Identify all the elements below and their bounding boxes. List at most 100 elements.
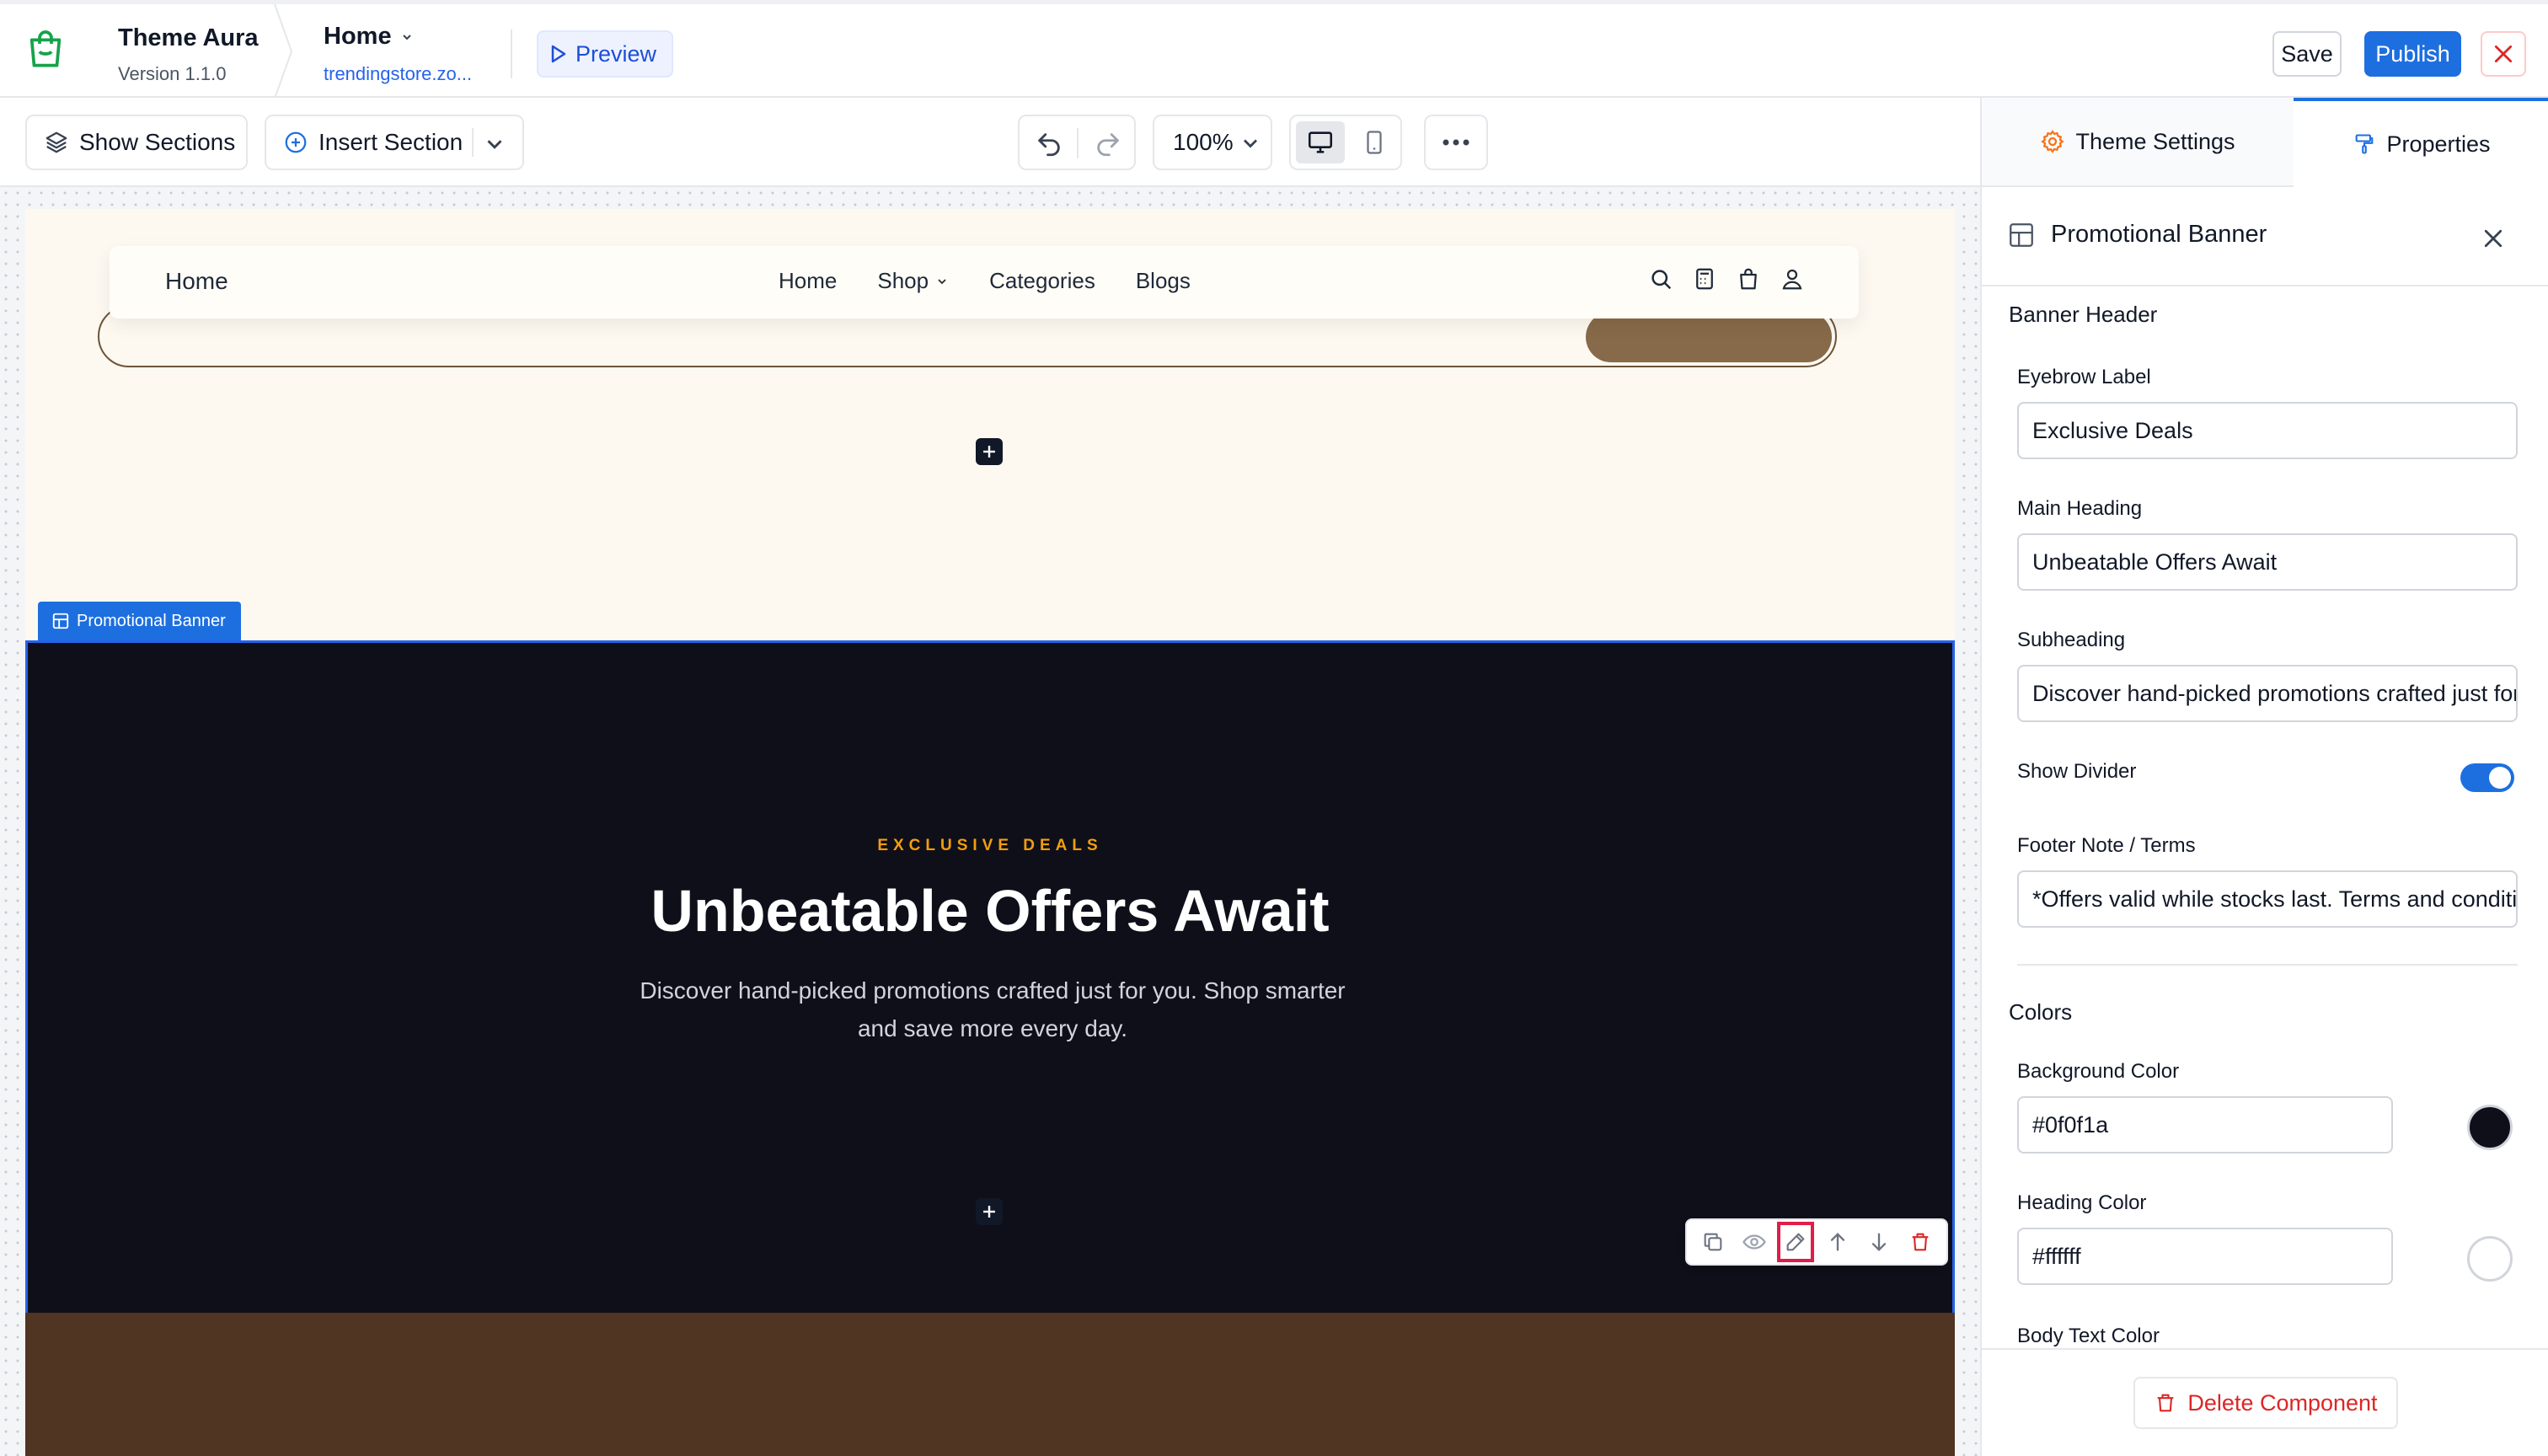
footer-note-input[interactable]: *Offers valid while stocks last. Terms a… — [2017, 870, 2518, 928]
history-controls — [1018, 115, 1136, 170]
chevron-down-icon[interactable] — [482, 131, 507, 157]
device-toggle — [1289, 115, 1402, 170]
desktop-view-button[interactable] — [1296, 121, 1345, 163]
component-title: Promotional Banner — [2051, 221, 2267, 248]
user-icon[interactable] — [1780, 266, 1805, 292]
panel-footer: Delete Component — [1982, 1348, 2548, 1456]
delete-component-label: Delete Component — [2187, 1389, 2378, 1416]
calculator-icon[interactable] — [1692, 266, 1717, 292]
page-url-link[interactable]: trendingstore.zo... — [324, 63, 472, 85]
promotional-banner-section[interactable]: EXCLUSIVE DEALS Unbeatable Offers Await … — [25, 640, 1955, 1399]
undo-icon[interactable] — [1035, 130, 1063, 158]
editor-canvas: Home Home Shop Categories Blogs Promotio… — [0, 187, 1980, 1456]
delete-section-button[interactable] — [1902, 1222, 1939, 1262]
background-color-label: Background Color — [2017, 1060, 2180, 1083]
close-icon[interactable] — [2481, 226, 2506, 251]
page-name: Home — [324, 23, 392, 50]
storefront-navbar: Home Home Shop Categories Blogs — [110, 246, 1859, 318]
nav-link-categories[interactable]: Categories — [989, 268, 1095, 294]
redo-icon[interactable] — [1094, 130, 1122, 158]
component-action-toolbar — [1685, 1218, 1948, 1266]
delete-component-button[interactable]: Delete Component — [2133, 1377, 2398, 1429]
mobile-view-button[interactable] — [1350, 121, 1399, 163]
nav-link-blogs[interactable]: Blogs — [1136, 268, 1191, 294]
banner-subheading: Discover hand-picked promotions crafted … — [601, 972, 1384, 1047]
trash-icon — [2158, 1394, 2174, 1412]
desktop-icon — [1308, 131, 1333, 153]
preview-button[interactable]: Preview — [537, 30, 674, 78]
heading-color-swatch[interactable] — [2467, 1236, 2513, 1282]
shopping-bag-logo-icon — [19, 23, 72, 77]
main-heading-input[interactable]: Unbeatable Offers Await — [2017, 533, 2518, 591]
main-heading-label: Main Heading — [2017, 497, 2143, 520]
app-name: Theme Aura — [118, 24, 259, 51]
banner-eyebrow: EXCLUSIVE DEALS — [877, 837, 1103, 854]
tab-theme-settings[interactable]: Theme Settings — [1982, 98, 2294, 187]
zoom-value: 100% — [1173, 129, 1234, 155]
banner-heading: Unbeatable Offers Await — [650, 878, 1330, 944]
page-selector[interactable]: Home — [324, 23, 414, 51]
subheading-input[interactable]: Discover hand-picked promotions crafted … — [2017, 665, 2518, 722]
add-section-above-button[interactable] — [976, 438, 1003, 465]
storefront-logo-text[interactable]: Home — [165, 268, 228, 295]
insert-section-label: Insert Section — [318, 129, 463, 155]
group-colors: Colors — [2009, 999, 2073, 1025]
body-text-color-label: Body Text Color — [2017, 1325, 2160, 1347]
plus-icon — [983, 1206, 995, 1218]
background-color-input[interactable]: #0f0f1a — [2017, 1096, 2393, 1154]
breadcrumb-chevron-icon — [274, 4, 293, 99]
add-section-below-button[interactable] — [976, 1198, 1003, 1225]
nav-link-home[interactable]: Home — [779, 268, 837, 294]
layout-icon — [2010, 223, 2033, 247]
next-section-preview[interactable] — [25, 1313, 1955, 1456]
close-editor-button[interactable] — [2481, 31, 2526, 77]
subscribe-button[interactable] — [1586, 312, 1832, 362]
plus-circle-icon — [285, 131, 307, 153]
save-button[interactable]: Save — [2272, 31, 2342, 77]
editor-toolbar: Show Sections Insert Section 100% — [0, 98, 1980, 187]
mobile-icon — [1367, 131, 1382, 154]
component-header: Promotional Banner — [1982, 187, 2548, 286]
gear-icon — [2041, 130, 2065, 153]
eyebrow-input[interactable]: Exclusive Deals — [2017, 402, 2518, 459]
nav-link-shop[interactable]: Shop — [877, 268, 949, 294]
chevron-down-icon — [1244, 139, 1257, 148]
divider — [472, 128, 474, 157]
visibility-button[interactable] — [1736, 1222, 1773, 1262]
background-color-swatch[interactable] — [2467, 1105, 2513, 1150]
heading-color-input[interactable]: #ffffff — [2017, 1228, 2393, 1285]
arrow-down-icon — [1871, 1233, 1887, 1251]
top-bar: Theme Aura Version 1.1.0 Home trendingst… — [0, 0, 2548, 99]
tab-properties[interactable]: Properties — [2294, 98, 2548, 187]
close-icon — [2494, 45, 2513, 63]
selected-section-tag: Promotional Banner — [38, 602, 241, 640]
tab-properties-label: Properties — [2386, 131, 2491, 157]
show-divider-label: Show Divider — [2017, 760, 2137, 783]
properties-form[interactable]: Banner Header Eyebrow Label Exclusive De… — [1982, 286, 2548, 1395]
duplicate-button[interactable] — [1694, 1222, 1732, 1262]
insert-section-button[interactable]: Insert Section — [265, 115, 524, 170]
app-version: Version 1.1.0 — [118, 63, 227, 84]
preview-label: Preview — [575, 40, 657, 67]
search-icon[interactable] — [1648, 266, 1673, 292]
divider — [1077, 128, 1079, 158]
more-horizontal-icon — [1443, 139, 1469, 146]
arrow-up-icon — [1830, 1233, 1844, 1251]
zoom-select[interactable]: 100% — [1153, 115, 1272, 170]
divider — [2017, 964, 2518, 966]
layout-icon — [52, 613, 69, 629]
show-sections-button[interactable]: Show Sections — [25, 115, 248, 170]
edit-button[interactable] — [1777, 1222, 1815, 1262]
footer-note-label: Footer Note / Terms — [2017, 834, 2196, 857]
cart-bag-icon[interactable] — [1736, 266, 1761, 292]
show-divider-toggle[interactable] — [2460, 763, 2514, 792]
banner-subheading-line: and save more every day. — [857, 1015, 1128, 1041]
move-up-button[interactable] — [1819, 1222, 1856, 1262]
copy-icon — [1704, 1233, 1722, 1251]
move-down-button[interactable] — [1860, 1222, 1898, 1262]
publish-button[interactable]: Publish — [2364, 31, 2461, 77]
heading-color-label: Heading Color — [2017, 1191, 2147, 1214]
more-options-button[interactable] — [1424, 115, 1488, 170]
eyebrow-label: Eyebrow Label — [2017, 366, 2151, 388]
show-sections-label: Show Sections — [79, 129, 236, 155]
